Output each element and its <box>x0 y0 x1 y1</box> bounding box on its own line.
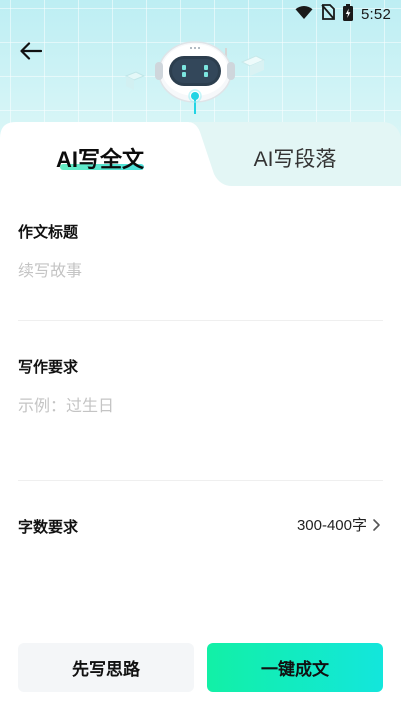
wifi-icon <box>295 5 313 24</box>
generate-essay-button[interactable]: 一键成文 <box>207 643 383 692</box>
tab-paragraph[interactable]: AI写段落 <box>210 140 380 176</box>
robot-mascot <box>120 36 270 120</box>
word-count-label: 字数要求 <box>18 519 79 536</box>
bottom-safe-area <box>0 700 401 712</box>
title-field-label: 作文标题 <box>18 224 79 241</box>
status-icons: 5:52 <box>295 3 391 25</box>
form-card: AI写全文 AI写段落 作文标题 写作要求 字数要求 300-400字 先写思路… <box>0 122 401 712</box>
word-count-selector[interactable]: 字数要求 300-400字 <box>0 514 401 538</box>
divider <box>18 320 383 321</box>
divider <box>18 480 383 481</box>
back-button[interactable] <box>16 40 46 66</box>
title-input[interactable] <box>18 260 383 284</box>
outline-first-button[interactable]: 先写思路 <box>18 643 194 692</box>
word-count-value: 300-400字 <box>296 517 367 534</box>
requirement-field-label: 写作要求 <box>18 359 79 376</box>
chevron-right-icon <box>371 517 381 531</box>
no-sim-icon <box>321 4 335 24</box>
requirement-input[interactable] <box>18 395 383 419</box>
status-time: 5:52 <box>361 5 391 23</box>
battery-charging-icon <box>343 3 353 25</box>
status-bar: 5:52 <box>0 0 401 28</box>
arrow-left-icon <box>20 42 43 64</box>
tab-full-essay[interactable]: AI写全文 <box>20 140 180 176</box>
